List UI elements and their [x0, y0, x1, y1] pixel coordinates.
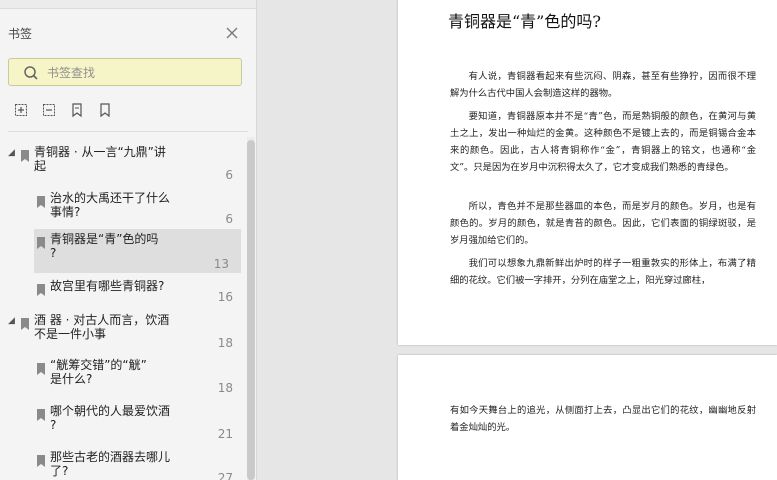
bookmark-icon — [37, 406, 45, 421]
collapse-arrow-icon[interactable]: ◢ — [8, 316, 15, 326]
bookmark-item[interactable]: 哪个朝代的人最爱饮酒 ? 21 — [0, 401, 245, 443]
close-icon[interactable] — [224, 25, 240, 41]
document-page: 有如今天舞台上的追光，从侧面打上去，凸显出它们的花纹，幽幽地反射着金灿灿的光。 — [398, 355, 777, 480]
bookmark-page-number: 6 — [225, 212, 233, 226]
bookmark-icon — [37, 281, 45, 296]
bookmark-item[interactable]: 青铜器是“青”色的吗 ? 13 — [34, 229, 241, 273]
panel-divider — [8, 131, 248, 132]
paragraph: 所以，青色并不是那些器皿的本色，而是岁月的颜色。岁月，也是有颜色的。岁月的颜色，… — [450, 201, 756, 246]
bookmark-page-number: 18 — [217, 381, 233, 395]
bookmark-panel: 书签 ◢ 青铜器 · 从一言“九鼎”讲 起 6 治水的大禹还干了什么 事情? 6 青铜器是… — [0, 0, 257, 480]
bookmark-label: 那些古老的酒器去哪儿 了? — [50, 450, 171, 478]
scrollbar-thumb[interactable] — [247, 140, 255, 480]
bookmark-label: 故宫里有哪些青铜器? — [50, 279, 165, 293]
bookmark-item[interactable]: ◢ 青铜器 · 从一言“九鼎”讲 起 6 — [0, 142, 245, 184]
bookmark-outline-icon[interactable] — [97, 102, 113, 118]
bookmark-label: 青铜器 · 从一言“九鼎”讲 起 — [34, 145, 166, 173]
paragraph: 要知道，青铜器原本并不是“青”色，而是熟铜般的颜色，在黄河与黄土之上，发出一种灿… — [450, 111, 756, 173]
bookmark-page-number: 13 — [213, 257, 229, 271]
search-icon — [23, 65, 39, 81]
bookmark-label: 哪个朝代的人最爱饮酒 ? — [50, 404, 171, 432]
bookmark-page-number: 18 — [217, 336, 233, 350]
document-page: 青铜器是“青”色的吗? 有人说，青铜器看起来有些沉闷、阴森，甚至有些狰狞，因而很… — [398, 0, 777, 345]
bookmark-search-box[interactable] — [8, 58, 242, 86]
paragraph: 有人说，青铜器看起来有些沉闷、阴森，甚至有些狰狞，因而很不理解为什么古代中国人会… — [450, 71, 756, 99]
document-view[interactable]: 青铜器是“青”色的吗? 有人说，青铜器看起来有些沉闷、阴森，甚至有些狰狞，因而很… — [257, 0, 777, 480]
bookmark-icon — [37, 360, 45, 375]
bookmark-item[interactable]: 故宫里有哪些青铜器? 16 — [0, 276, 245, 306]
bookmark-label: 治水的大禹还干了什么 事情? — [50, 191, 171, 219]
bookmark-icon — [37, 234, 45, 249]
panel-top-border — [0, 0, 256, 9]
bookmark-icon — [21, 315, 29, 330]
bookmark-page-number: 6 — [225, 168, 233, 182]
bookmark-item[interactable]: 那些古老的酒器去哪儿 了? 27 — [0, 447, 245, 480]
bookmark-icon — [37, 193, 45, 208]
bookmark-icon[interactable] — [69, 102, 85, 118]
paragraph: 我们可以想象九鼎新鲜出炉时的样子一粗重敦实的形体上，布满了精细的花纹。它们被一字… — [450, 258, 756, 286]
bookmark-item[interactable]: ◢ 酒 器 · 对古人而言，饮酒 不是一件小事 18 — [0, 310, 245, 352]
bookmark-search-input[interactable] — [45, 63, 239, 83]
bookmark-label: 酒 器 · 对古人而言，饮酒 不是一件小事 — [34, 313, 170, 341]
collapse-arrow-icon[interactable]: ◢ — [8, 148, 15, 158]
bookmark-item[interactable]: 治水的大禹还干了什么 事情? 6 — [0, 188, 245, 228]
bookmark-page-number: 16 — [217, 290, 233, 304]
paragraph: 有如今天舞台上的追光，从侧面打上去，凸显出它们的花纹，幽幽地反射着金灿灿的光。 — [450, 405, 756, 433]
add-bookmark-icon[interactable] — [13, 102, 29, 118]
section-title: 青铜器是“青”色的吗? — [448, 12, 601, 31]
bookmark-page-number: 21 — [217, 427, 233, 441]
bookmark-icon — [21, 147, 29, 162]
bookmark-icon — [37, 452, 45, 467]
bookmark-page-number: 27 — [217, 471, 233, 480]
bookmark-label: “觥筹交错”的“觥” 是什么? — [50, 358, 147, 386]
bookmark-item[interactable]: “觥筹交错”的“觥” 是什么? 18 — [0, 355, 245, 397]
remove-bookmark-icon[interactable] — [41, 102, 57, 118]
bookmark-label: 青铜器是“青”色的吗 ? — [50, 232, 159, 260]
panel-title: 书签 — [8, 27, 33, 41]
